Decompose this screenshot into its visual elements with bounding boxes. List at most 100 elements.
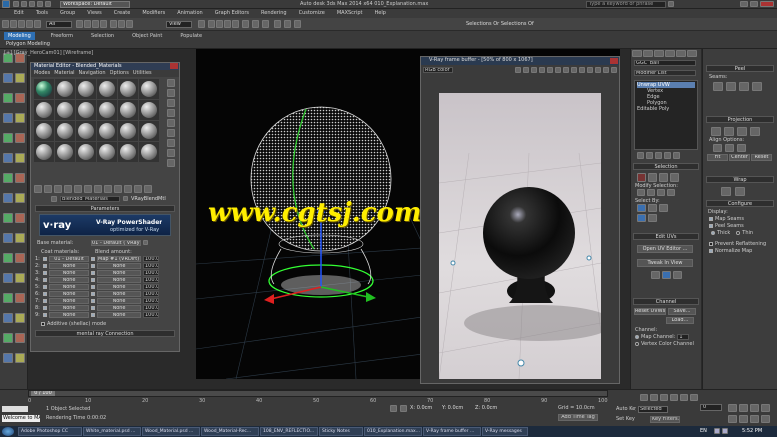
- assign-to-selection-icon[interactable]: [54, 185, 62, 193]
- hierarchy-tab-icon[interactable]: [654, 50, 664, 57]
- close-icon[interactable]: [760, 1, 774, 7]
- motion-tab-icon[interactable]: [665, 50, 675, 57]
- maximize-icon[interactable]: [750, 1, 758, 7]
- additive-mode-checkbox[interactable]: [41, 321, 45, 326]
- orbit-icon[interactable]: [750, 415, 759, 423]
- blue-channel-icon[interactable]: [531, 66, 537, 73]
- create-tab-icon[interactable]: [632, 50, 642, 57]
- zoom-all-icon[interactable]: [739, 404, 748, 412]
- sample-slot[interactable]: [97, 79, 117, 99]
- sample-slot[interactable]: [76, 121, 96, 141]
- go-to-start-icon[interactable]: [640, 394, 648, 401]
- map-channel-radio[interactable]: [635, 334, 639, 339]
- sample-slot[interactable]: [118, 121, 138, 141]
- sample-slot[interactable]: [118, 142, 138, 162]
- material-editor-titlebar[interactable]: Material Editor - Blended_Materials: [31, 63, 179, 70]
- map-channel-input[interactable]: 1: [677, 333, 690, 340]
- menu-graph-editors[interactable]: Graph Editors: [215, 9, 249, 18]
- red-channel-icon[interactable]: [515, 66, 521, 73]
- blend-map-button[interactable]: None: [97, 283, 141, 290]
- quick-planar-icon[interactable]: [651, 271, 660, 279]
- select-overlap-icon[interactable]: [648, 214, 657, 222]
- align-icon[interactable]: [216, 20, 223, 28]
- put-to-scene-icon[interactable]: [44, 185, 52, 193]
- menu-modifiers[interactable]: Modifiers: [142, 9, 165, 18]
- display-tab-icon[interactable]: [676, 50, 686, 57]
- blend-amount-input[interactable]: 100.0: [143, 304, 159, 311]
- taskbar-item[interactable]: Adobe Photoshop CC: [18, 427, 82, 436]
- remove-modifier-icon[interactable]: [664, 152, 671, 159]
- me-menu-modes[interactable]: Modes: [34, 70, 50, 77]
- background-icon[interactable]: [167, 99, 175, 107]
- sample-slot[interactable]: [139, 79, 159, 99]
- left-tool-29-icon[interactable]: [3, 333, 13, 343]
- peel-seams-checkbox[interactable]: [709, 223, 713, 228]
- material-navigator-icon[interactable]: [167, 159, 175, 167]
- network-icon[interactable]: [714, 428, 720, 434]
- scale-icon[interactable]: [126, 20, 133, 28]
- zoom-extents-icon[interactable]: [750, 404, 759, 412]
- unlink-icon[interactable]: [26, 20, 33, 28]
- auto-key-button[interactable]: Auto Key: [616, 406, 636, 412]
- sample-slot[interactable]: [139, 121, 159, 141]
- vertex-color-channel-radio[interactable]: [635, 341, 639, 346]
- edge-sel-to-seams-icon[interactable]: [752, 82, 762, 91]
- zoom-extents-all-icon[interactable]: [761, 404, 770, 412]
- loop-selection-icon[interactable]: [667, 189, 675, 196]
- go-forward-icon[interactable]: [144, 185, 152, 193]
- maximize-viewport-icon[interactable]: [761, 415, 770, 423]
- spline-mapping-icon[interactable]: [721, 187, 731, 196]
- copy-image-icon[interactable]: [571, 66, 577, 73]
- blend-amount-input[interactable]: 100.0: [143, 311, 159, 318]
- select-by-material-icon[interactable]: [167, 149, 175, 157]
- taskbar-item[interactable]: V-Ray frame buffer ...: [423, 427, 481, 436]
- shrink-selection-icon[interactable]: [647, 189, 655, 196]
- cylindrical-map-icon[interactable]: [724, 127, 734, 136]
- left-tool-9-icon[interactable]: [3, 133, 13, 143]
- menu-rendering[interactable]: Rendering: [261, 9, 287, 18]
- render-last-icon[interactable]: [595, 66, 601, 73]
- box-map-icon[interactable]: [750, 127, 760, 136]
- previous-frame-icon[interactable]: [650, 394, 658, 401]
- sample-slot[interactable]: [34, 100, 54, 120]
- video-check-icon[interactable]: [167, 119, 175, 127]
- sample-slot[interactable]: [55, 100, 75, 120]
- projection-center-button[interactable]: Center: [729, 154, 750, 161]
- mono-icon[interactable]: [547, 66, 553, 73]
- menu-customize[interactable]: Customize: [299, 9, 325, 18]
- sample-slot[interactable]: [76, 142, 96, 162]
- coat-enable-checkbox[interactable]: [43, 277, 47, 282]
- left-tool-18-icon[interactable]: [15, 213, 25, 223]
- blend-map-button[interactable]: None: [97, 262, 141, 269]
- tweak-in-view-button[interactable]: Tweak In View: [637, 259, 693, 267]
- coat-material-button[interactable]: None: [49, 311, 89, 318]
- sample-slot[interactable]: [55, 142, 75, 162]
- peel-mode-icon[interactable]: [713, 82, 723, 91]
- thick-radio[interactable]: [711, 230, 715, 235]
- coat-enable-checkbox[interactable]: [43, 263, 47, 268]
- ribbon-tab-freeform[interactable]: Freeform: [49, 32, 75, 40]
- app-logo-icon[interactable]: [2, 0, 10, 8]
- go-to-parent-icon[interactable]: [134, 185, 142, 193]
- material-editor-close-icon[interactable]: [170, 63, 178, 69]
- track-mouse-icon[interactable]: [579, 66, 585, 73]
- menu-views[interactable]: Views: [87, 9, 101, 18]
- clear-image-icon[interactable]: [563, 66, 569, 73]
- window-crossing-icon[interactable]: [100, 20, 107, 28]
- menu-group[interactable]: Group: [60, 9, 75, 18]
- ribbon-tab-selection[interactable]: Selection: [89, 32, 116, 40]
- make-copy-icon[interactable]: [74, 185, 82, 193]
- ribbon-tab-modeling[interactable]: Modeling: [4, 32, 35, 40]
- viewport-label-text[interactable]: [+] [Gray_HeroCam01] [Wireframe]: [4, 50, 93, 56]
- left-tool-24-icon[interactable]: [15, 273, 25, 283]
- go-to-end-icon[interactable]: [680, 394, 688, 401]
- workspace-dropdown[interactable]: Workspace: Default: [60, 1, 130, 8]
- me-menu-options[interactable]: Options: [110, 70, 129, 77]
- object-name-input[interactable]: GGC_Ball: [634, 60, 696, 66]
- configure-rollout-header[interactable]: Configure: [706, 200, 774, 207]
- sample-slot[interactable]: [34, 121, 54, 141]
- curve-editor-icon[interactable]: [242, 20, 249, 28]
- search-input[interactable]: Type a keyword or phrase: [586, 1, 666, 8]
- left-tool-6-icon[interactable]: [15, 93, 25, 103]
- sample-slot[interactable]: [55, 121, 75, 141]
